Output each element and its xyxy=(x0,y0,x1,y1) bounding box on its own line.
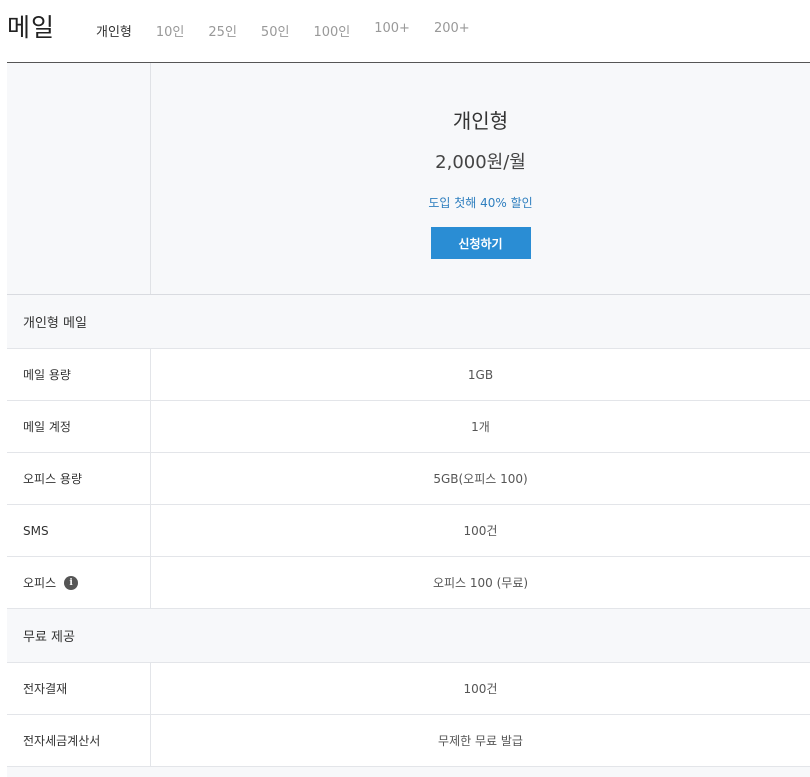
plan-tabs: 개인형 10인 25인 50인 100인 100+ 200+ xyxy=(96,21,494,40)
row-label: 전자세금계산서 xyxy=(7,715,151,766)
table-row: 오피스 용량 5GB(오피스 100) xyxy=(7,453,810,505)
row-value: 100건 xyxy=(463,524,498,538)
row-value: 오피스 100 (무료) xyxy=(432,576,529,590)
row-label-with-info: 오피스 i xyxy=(7,557,151,608)
plan-name: 개인형 xyxy=(452,109,509,133)
plan-discount: 도입 첫해 40% 할인 xyxy=(428,196,533,210)
row-label: 메일 계정 xyxy=(7,401,151,452)
table-bottom-strip xyxy=(7,767,810,777)
plan-card: 개인형 2,000원/월 도입 첫해 40% 할인 신청하기 xyxy=(151,63,810,294)
plan-price: 2,000원/월 xyxy=(435,152,526,173)
table-row: 오피스 i 오피스 100 (무료) xyxy=(7,557,810,609)
section-header-free: 무료 제공 xyxy=(7,609,810,663)
tab-100-plus[interactable]: 100+ xyxy=(374,21,410,40)
tab-50[interactable]: 50인 xyxy=(261,21,290,40)
pricing-table: 개인형 2,000원/월 도입 첫해 40% 할인 신청하기 개인형 메일 메일… xyxy=(7,62,810,777)
table-row: 메일 용량 1GB xyxy=(7,349,810,401)
plan-header-row: 개인형 2,000원/월 도입 첫해 40% 할인 신청하기 xyxy=(7,63,810,295)
table-row: 전자세금계산서 무제한 무료 발급 xyxy=(7,715,810,767)
tab-10[interactable]: 10인 xyxy=(156,21,185,40)
tab-personal[interactable]: 개인형 xyxy=(96,21,132,40)
table-row: 메일 계정 1개 xyxy=(7,401,810,453)
tab-25[interactable]: 25인 xyxy=(208,21,237,40)
row-value: 100건 xyxy=(463,682,498,696)
page-title: 메일 xyxy=(7,13,56,42)
plan-header-spacer xyxy=(7,63,151,294)
row-label: SMS xyxy=(7,505,151,556)
row-label: 오피스 용량 xyxy=(7,453,151,504)
row-label: 메일 용량 xyxy=(7,349,151,400)
tab-200-plus[interactable]: 200+ xyxy=(434,21,470,40)
tab-100[interactable]: 100인 xyxy=(313,21,350,40)
row-value: 5GB(오피스 100) xyxy=(433,472,528,486)
header: 메일 개인형 10인 25인 50인 100인 100+ 200+ xyxy=(0,0,810,62)
row-label: 오피스 xyxy=(23,576,57,590)
table-row: 전자결재 100건 xyxy=(7,663,810,715)
row-value: 1개 xyxy=(471,420,490,434)
section-header-mail: 개인형 메일 xyxy=(7,295,810,349)
row-value: 1GB xyxy=(467,367,494,382)
table-row: SMS 100건 xyxy=(7,505,810,557)
row-label: 전자결재 xyxy=(7,663,151,714)
row-value: 무제한 무료 발급 xyxy=(438,734,523,748)
info-icon[interactable]: i xyxy=(64,575,79,590)
apply-button[interactable]: 신청하기 xyxy=(430,227,531,259)
